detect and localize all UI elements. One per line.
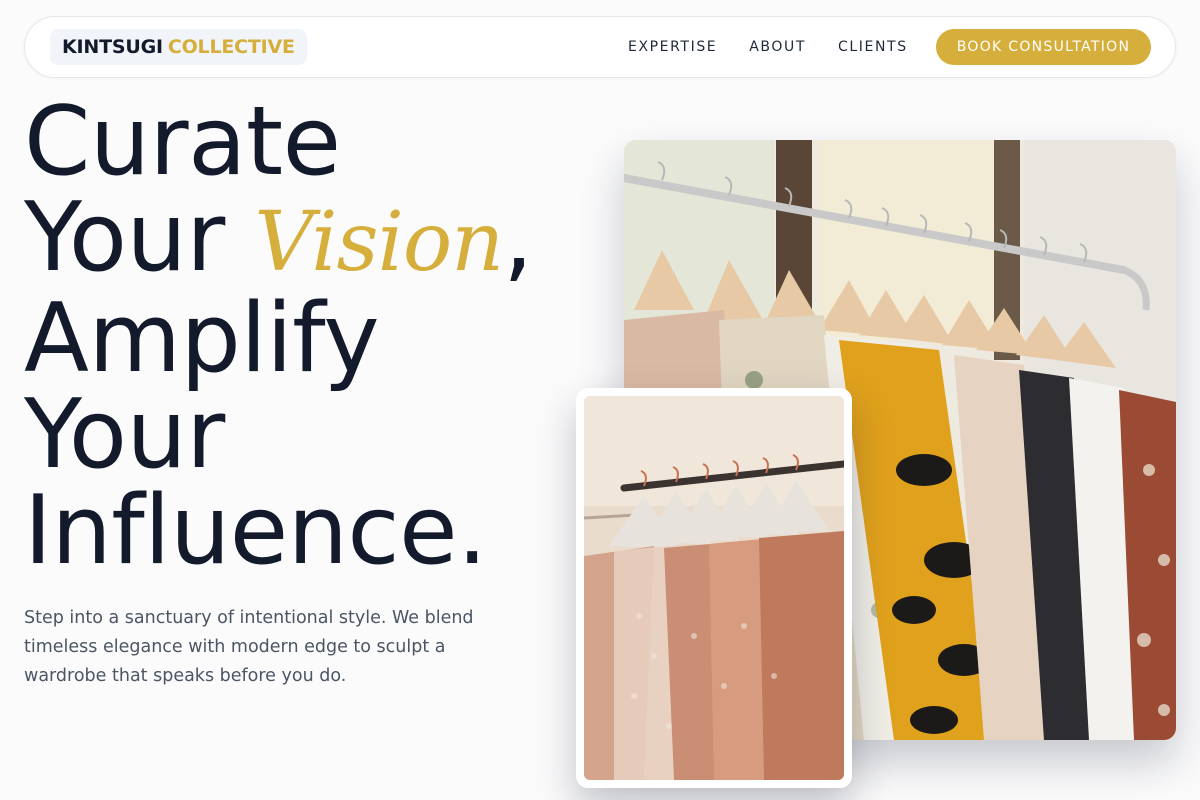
headline-line-1: Curate: [24, 87, 341, 197]
nav-link-about[interactable]: ABOUT: [749, 39, 806, 55]
brand-logo[interactable]: KINTSUGI COLLECTIVE: [50, 29, 307, 65]
hero-headline: Curate Your Vision, Amplify Your Influen…: [24, 94, 533, 579]
nav-link-expertise[interactable]: EXPERTISE: [628, 39, 717, 55]
book-consultation-button[interactable]: BOOK CONSULTATION: [936, 29, 1151, 65]
blush-garments-rack-photo: [584, 396, 844, 780]
secondary-photo-frame: [576, 388, 852, 788]
blush-rack-illustration: [584, 396, 844, 780]
headline-line-4: Your: [24, 380, 225, 490]
top-navbar: KINTSUGI COLLECTIVE EXPERTISE ABOUT CLIE…: [24, 16, 1176, 78]
headline-line-2: Your Vision,: [24, 190, 533, 291]
brand-name-accent: COLLECTIVE: [167, 36, 295, 58]
headline-line-5: Influence.: [24, 476, 487, 586]
nav-links: EXPERTISE ABOUT CLIENTS: [628, 17, 908, 77]
nav-link-clients[interactable]: CLIENTS: [838, 39, 908, 55]
headline-accent-vision: Vision: [254, 195, 504, 290]
headline-your: Your: [24, 183, 255, 293]
headline-comma: ,: [503, 183, 533, 293]
headline-line-3: Amplify: [24, 284, 380, 394]
hero-subcopy: Step into a sanctuary of intentional sty…: [24, 608, 474, 686]
landing-page: KINTSUGI COLLECTIVE EXPERTISE ABOUT CLIE…: [0, 0, 1200, 800]
brand-name-primary: KINTSUGI: [62, 36, 163, 58]
